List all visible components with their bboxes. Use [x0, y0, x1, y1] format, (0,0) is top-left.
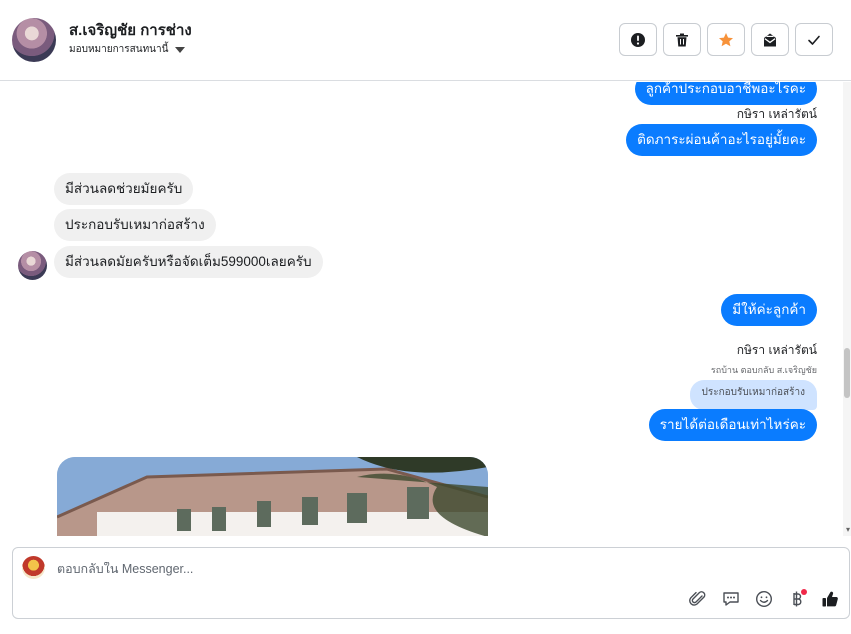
house-photo: [57, 457, 488, 536]
message-thread[interactable]: ลูกค้าประกอบอาชีพอะไรคะ กษิรา เหล่ารัตน์…: [0, 82, 851, 536]
payment-button[interactable]: [786, 588, 808, 610]
sender-name: กษิรา เหล่ารัตน์: [736, 107, 817, 121]
caret-down-icon: [175, 46, 186, 53]
conversation-header: ส.เจริญชัย การช่าง มอบหมายการสนทนานี้: [0, 0, 851, 81]
message-incoming[interactable]: มีส่วนลดมัยครับหรือจัดเต็ม599000เลยครับ: [54, 246, 323, 278]
message-photo[interactable]: [57, 457, 488, 536]
contact-avatar-small[interactable]: [18, 251, 47, 280]
star-button[interactable]: [707, 23, 745, 56]
sender-name: กษิรา เหล่ารัตน์: [736, 343, 817, 357]
reply-composer: [12, 547, 850, 619]
reply-context-note: รถบ้าน ตอบกลับ ส.เจริญชัย: [710, 365, 817, 375]
header-actions: [619, 23, 833, 56]
star-icon: [719, 32, 733, 46]
attach-button[interactable]: [687, 588, 709, 610]
delete-button[interactable]: [663, 23, 701, 56]
thread-scrollbar[interactable]: [843, 82, 851, 536]
scrollbar-thumb[interactable]: [844, 348, 850, 398]
notification-dot: [801, 589, 807, 595]
message-outgoing[interactable]: มีให้ค่ะลูกค้า: [721, 294, 817, 326]
quoted-message[interactable]: ประกอบรับเหมาก่อสร้าง: [689, 380, 817, 410]
message-incoming[interactable]: ประกอบรับเหมาก่อสร้าง: [54, 209, 216, 241]
composer-tools: [687, 588, 841, 610]
envelope-icon: [764, 33, 776, 46]
assign-label: มอบหมายการสนทนานี้: [69, 44, 169, 55]
message-outgoing[interactable]: รายได้ต่อเดือนเท่าไหร่คะ: [648, 409, 817, 441]
paperclip-icon: [689, 591, 706, 606]
message-outgoing[interactable]: ลูกค้าประกอบอาชีพอะไรคะ: [634, 82, 817, 105]
chat-bubble-icon: [723, 592, 739, 606]
message-incoming[interactable]: มีส่วนลดช่วยมัยครับ: [54, 173, 194, 205]
done-button[interactable]: [795, 23, 833, 56]
assign-conversation-dropdown[interactable]: มอบหมายการสนทนานี้: [69, 42, 186, 57]
emoji-button[interactable]: [753, 588, 775, 610]
page-avatar: [22, 556, 45, 579]
trash-icon: [676, 33, 688, 46]
check-icon: [808, 35, 820, 45]
like-button[interactable]: [819, 588, 841, 610]
alert-circle-icon: [631, 32, 645, 47]
reply-input[interactable]: [57, 562, 657, 576]
thumbs-up-icon: [822, 591, 838, 607]
message-outgoing[interactable]: ติดภาระผ่อนค้าอะไรอยู่มั้ยคะ: [626, 124, 817, 156]
contact-avatar[interactable]: [12, 18, 56, 62]
mark-unread-button[interactable]: [751, 23, 789, 56]
emoji-icon: [755, 590, 773, 608]
scroll-down-arrow-icon[interactable]: ▾: [846, 525, 850, 534]
contact-name[interactable]: ส.เจริญชัย การช่าง: [69, 18, 192, 42]
saved-replies-button[interactable]: [720, 588, 742, 610]
mark-spam-button[interactable]: [619, 23, 657, 56]
